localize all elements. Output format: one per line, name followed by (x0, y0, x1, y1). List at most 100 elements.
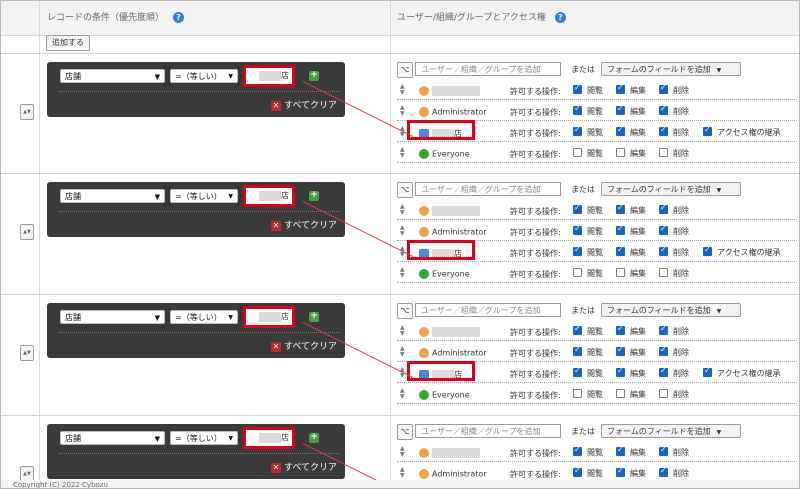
edit-checkbox[interactable] (616, 245, 625, 256)
order-stepper[interactable]: ▲ ▼ (400, 84, 405, 96)
entity-search-input[interactable]: ユーザー／組織／グループを追加 (415, 62, 561, 76)
edit-checkbox[interactable] (616, 445, 625, 456)
edit-checkbox[interactable] (616, 104, 625, 115)
entity-name: Everyone (419, 390, 470, 400)
view-checkbox[interactable] (573, 224, 582, 235)
edit-checkbox[interactable] (616, 224, 625, 235)
order-stepper[interactable]: ▲ ▼ (400, 147, 405, 159)
entity-search-input[interactable]: ユーザー／組織／グループを追加 (415, 303, 561, 317)
edit-checkbox[interactable] (616, 83, 625, 94)
inherit-checkbox[interactable] (703, 245, 712, 256)
order-stepper[interactable]: ▲ ▼ (400, 346, 405, 358)
view-checkbox[interactable] (573, 104, 582, 115)
edit-checkbox[interactable] (616, 324, 625, 335)
delete-checkbox[interactable] (659, 466, 668, 477)
add-form-field-dropdown[interactable]: フォームのフィールドを追加 ▼ (601, 303, 741, 317)
delete-checkbox[interactable] (659, 104, 668, 115)
operator-select[interactable]: =（等しい） ▼ (170, 310, 238, 324)
value-input[interactable]: 店 (249, 70, 289, 82)
value-input[interactable]: 店 (249, 190, 289, 202)
view-checkbox[interactable] (573, 203, 582, 214)
delete-checkbox[interactable] (659, 268, 668, 277)
delete-checkbox[interactable] (659, 389, 668, 398)
field-select[interactable]: 店舗 ▼ (60, 431, 165, 445)
delete-checkbox[interactable] (659, 366, 668, 377)
order-stepper[interactable]: ▲ ▼ (400, 105, 405, 117)
delete-checkbox[interactable] (659, 445, 668, 456)
view-checkbox[interactable] (573, 389, 582, 398)
add-form-field-dropdown[interactable]: フォームのフィールドを追加 ▼ (601, 62, 741, 76)
org-tree-icon[interactable]: ⌥ (397, 424, 413, 440)
view-checkbox[interactable] (573, 245, 582, 256)
priority-stepper[interactable]: ▲▼ (20, 224, 34, 240)
view-checkbox[interactable] (573, 83, 582, 94)
value-input-highlight[interactable]: 店 (243, 306, 295, 328)
add-button[interactable]: 追加する (46, 35, 90, 51)
help-icon[interactable]: ? (172, 12, 184, 23)
operator-select[interactable]: =（等しい） ▼ (170, 431, 238, 445)
order-stepper[interactable]: ▲ ▼ (400, 225, 405, 237)
view-checkbox[interactable] (573, 345, 582, 356)
delete-checkbox[interactable] (659, 125, 668, 136)
help-icon[interactable]: ? (554, 12, 566, 23)
value-input[interactable]: 店 (249, 311, 289, 323)
edit-checkbox[interactable] (616, 148, 625, 157)
view-checkbox[interactable] (573, 268, 582, 277)
operator-select[interactable]: =（等しい） ▼ (170, 189, 238, 203)
delete-checkbox[interactable] (659, 224, 668, 235)
clear-all-button[interactable]: ✕ すべてクリア (271, 218, 337, 231)
org-tree-icon[interactable]: ⌥ (397, 182, 413, 198)
entity-search-input[interactable]: ユーザー／組織／グループを追加 (415, 182, 561, 196)
order-stepper[interactable]: ▲ ▼ (400, 267, 405, 279)
order-stepper[interactable]: ▲ ▼ (400, 388, 405, 400)
entity-search-input[interactable]: ユーザー／組織／グループを追加 (415, 424, 561, 438)
view-checkbox[interactable] (573, 125, 582, 136)
org-tree-icon[interactable]: ⌥ (397, 62, 413, 78)
edit-checkbox[interactable] (616, 268, 625, 277)
priority-stepper[interactable]: ▲▼ (20, 104, 34, 120)
view-checkbox[interactable] (573, 366, 582, 377)
delete-checkbox[interactable] (659, 203, 668, 214)
value-input[interactable]: 店 (249, 432, 289, 444)
add-condition-icon[interactable]: + (309, 433, 319, 443)
field-select[interactable]: 店舗 ▼ (60, 189, 165, 203)
value-input-highlight[interactable]: 店 (243, 427, 295, 449)
view-checkbox[interactable] (573, 445, 582, 456)
chevron-down-icon: ▼ (228, 435, 233, 442)
org-tree-icon[interactable]: ⌥ (397, 303, 413, 319)
field-select[interactable]: 店舗 ▼ (60, 69, 165, 83)
delete-checkbox[interactable] (659, 345, 668, 356)
edit-checkbox[interactable] (616, 366, 625, 377)
order-stepper[interactable]: ▲ ▼ (400, 325, 405, 337)
view-checkbox[interactable] (573, 324, 582, 335)
delete-checkbox[interactable] (659, 148, 668, 157)
add-condition-icon[interactable]: + (309, 191, 319, 201)
add-form-field-dropdown[interactable]: フォームのフィールドを追加 ▼ (601, 424, 741, 438)
field-select[interactable]: 店舗 ▼ (60, 310, 165, 324)
edit-checkbox[interactable] (616, 466, 625, 477)
edit-checkbox[interactable] (616, 125, 625, 136)
inherit-checkbox[interactable] (703, 366, 712, 377)
clear-all-button[interactable]: ✕ すべてクリア (271, 98, 337, 111)
delete-checkbox[interactable] (659, 324, 668, 335)
edit-checkbox[interactable] (616, 389, 625, 398)
value-input-highlight[interactable]: 店 (243, 185, 295, 207)
order-stepper[interactable]: ▲ ▼ (400, 204, 405, 216)
delete-checkbox[interactable] (659, 83, 668, 94)
view-checkbox[interactable] (573, 148, 582, 157)
view-checkbox[interactable] (573, 466, 582, 477)
order-stepper[interactable]: ▲ ▼ (400, 446, 405, 458)
inherit-checkbox[interactable] (703, 125, 712, 136)
clear-all-button[interactable]: ✕ すべてクリア (271, 460, 337, 473)
operator-select[interactable]: =（等しい） ▼ (170, 69, 238, 83)
edit-checkbox[interactable] (616, 203, 625, 214)
add-condition-icon[interactable]: + (309, 312, 319, 322)
value-input-highlight[interactable]: 店 (243, 65, 295, 87)
edit-checkbox[interactable] (616, 345, 625, 356)
order-stepper[interactable]: ▲ ▼ (400, 467, 405, 479)
add-form-field-dropdown[interactable]: フォームのフィールドを追加 ▼ (601, 182, 741, 196)
delete-checkbox[interactable] (659, 245, 668, 256)
add-condition-icon[interactable]: + (309, 71, 319, 81)
clear-all-button[interactable]: ✕ すべてクリア (271, 339, 337, 352)
priority-stepper[interactable]: ▲▼ (20, 345, 34, 361)
